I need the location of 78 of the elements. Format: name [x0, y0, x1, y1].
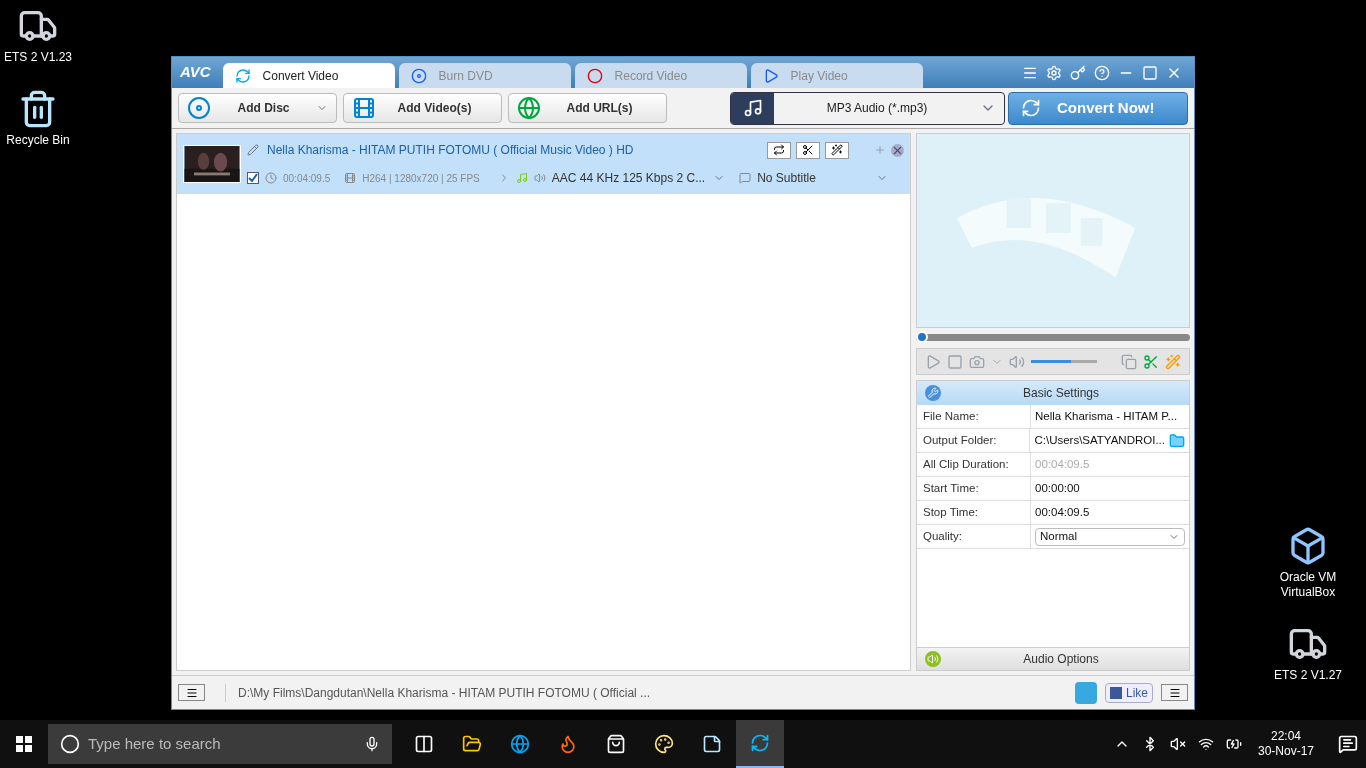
format-select[interactable]: MP3 Audio (*.mp3)	[730, 91, 1005, 125]
maximize-icon[interactable]	[1142, 64, 1158, 81]
microphone-icon[interactable]	[364, 736, 380, 752]
speaker-icon	[533, 172, 546, 184]
toolbar-button[interactable]: Add Video(s)	[343, 93, 502, 123]
setting-label: All Clip Duration:	[917, 453, 1031, 476]
pencil-icon[interactable]	[247, 144, 259, 156]
setting-value[interactable]: 00:00:00	[1035, 479, 1080, 498]
checkbox[interactable]	[247, 172, 259, 184]
section-title: Basic Settings	[1021, 385, 1100, 402]
video-info: H264 | 1280x720 | 25 FPS	[362, 171, 480, 186]
cut-button[interactable]	[796, 141, 820, 159]
circle-icon[interactable]	[60, 734, 80, 754]
close-icon[interactable]	[891, 143, 904, 157]
desktop-icon-label[interactable]: ETS 2 V1.23	[3, 50, 72, 65]
file-path: D:\My Films\Dangdutan\Nella Kharisma - HITAM PUTIH FOTOMU ( Official ...	[225, 683, 651, 702]
file-title: Nella Kharisma - HITAM PUTIH FOTOMU ( Official Music Video ) HD	[267, 142, 634, 159]
muted-speaker-icon[interactable]	[1169, 736, 1186, 752]
scissors-icon	[802, 144, 814, 156]
setting-label: Stop Time:	[917, 501, 1031, 524]
like-button[interactable]: Like	[1105, 682, 1153, 703]
clock[interactable]: 22:04 30-Nov-17	[1253, 729, 1318, 759]
settings-icon[interactable]	[1046, 64, 1062, 81]
disc-add-icon	[187, 96, 211, 120]
list-icon	[185, 686, 198, 699]
setting-label: Start Time:	[917, 477, 1031, 500]
music-note-icon	[742, 98, 763, 118]
app-logo: AVC	[180, 62, 212, 83]
record-icon	[586, 67, 603, 84]
toolbar-button[interactable]: Add Disc	[178, 93, 337, 123]
setting-label: Quality:	[917, 525, 1031, 548]
swap-icon	[773, 144, 785, 156]
list-icon	[1168, 686, 1181, 699]
battery-icon[interactable]	[1225, 736, 1242, 752]
disc-icon	[410, 67, 427, 84]
globe-add-icon	[517, 96, 541, 120]
refresh-icon[interactable]	[736, 720, 784, 768]
setting-label: File Name:	[917, 405, 1031, 428]
toolbar-button[interactable]: Add URL(s)	[508, 93, 667, 123]
notification-icon[interactable]	[1338, 734, 1358, 754]
music-note-icon	[515, 172, 528, 184]
quality-select[interactable]: Normal	[1035, 527, 1185, 546]
seek-thumb[interactable]	[916, 331, 928, 343]
duration: 00:04:09.5	[283, 171, 331, 186]
file-row[interactable]: Nella Kharisma - HITAM PUTIH FOTOMU ( Official Music Video ) HD 00:04:09.5 H264 | 1280x720 | 25 FPS AAC 44 KHz 125 Kbps 2 C... No Subtitle	[177, 134, 910, 194]
search-field[interactable]: Type here to search	[88, 732, 356, 756]
panel-toggle-button[interactable]	[1161, 684, 1188, 701]
help-icon[interactable]	[1094, 64, 1110, 81]
setting-value[interactable]: Nella Kharisma - HITAM P...	[1035, 407, 1178, 426]
effects-button[interactable]	[825, 141, 849, 159]
tab[interactable]: Convert Video	[222, 63, 395, 88]
setting-value[interactable]: 00:04:09.5	[1035, 503, 1090, 522]
desktop-icon-label[interactable]: ETS 2 V1.27	[1273, 668, 1342, 683]
audio-options-bar[interactable]: Audio Options	[917, 647, 1189, 670]
refresh-icon	[1021, 98, 1041, 118]
film-icon	[344, 172, 357, 184]
scissors-icon[interactable]	[1143, 353, 1159, 370]
key-icon[interactable]	[1070, 64, 1086, 81]
volume-slider[interactable]	[1031, 360, 1097, 363]
desktop-icon-label[interactable]: Recycle Bin	[6, 133, 70, 148]
speaker-icon	[925, 651, 941, 667]
clock-icon	[265, 172, 277, 184]
setting-label: Output Folder:	[917, 429, 1031, 452]
search-bar[interactable]: Type here to search	[48, 724, 392, 764]
setting-value[interactable]: C:\Users\SATYANDROI...	[1034, 431, 1165, 450]
list-toggle-button[interactable]	[178, 684, 205, 701]
desktop-icon-label[interactable]: Oracle VM VirtualBox	[1270, 570, 1346, 600]
refresh-icon	[234, 67, 251, 84]
wand-icon	[831, 144, 843, 156]
swap-button[interactable]	[767, 141, 791, 159]
speech-bubble-icon	[739, 172, 752, 184]
wrench-icon	[925, 385, 941, 401]
film-add-icon	[352, 96, 376, 120]
cube-icon	[1288, 526, 1328, 566]
setting-value: 00:04:09.5	[1035, 456, 1090, 472]
audio-track-select[interactable]: AAC 44 KHz 125 Kbps 2 C...	[551, 169, 726, 187]
subtitle-select[interactable]: No Subtitle	[757, 169, 888, 187]
wifi-icon[interactable]	[1197, 736, 1214, 752]
